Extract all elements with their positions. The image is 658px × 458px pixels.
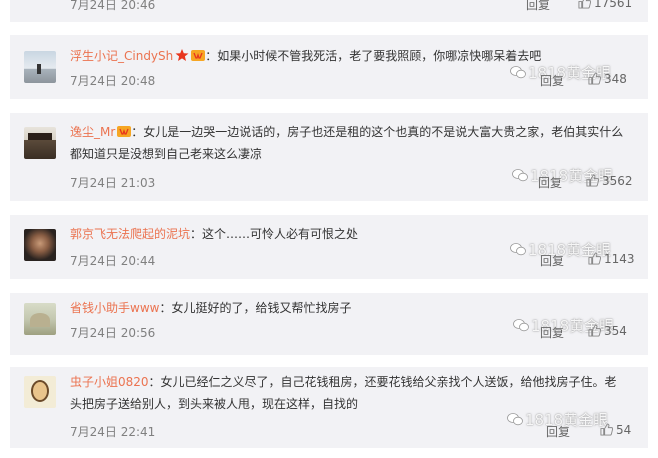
wechat-icon (510, 243, 526, 256)
star-badge-icon (175, 49, 189, 61)
like-button[interactable]: 17561 (578, 0, 632, 10)
reply-button[interactable]: 回复 (540, 252, 564, 269)
comment-text: ：女儿已经仁之义尽了，自己花钱租房，还要花钱给父亲找个人送饭，给他找房子住。老头… (70, 375, 617, 411)
username-link[interactable]: 逸尘_Mr (70, 125, 115, 139)
comment-time: 7月24日 21:03 (70, 176, 156, 190)
like-count: 348 (604, 72, 627, 86)
reply-button[interactable]: 回复 (546, 423, 570, 440)
like-count: 1143 (604, 252, 635, 266)
avatar[interactable] (24, 376, 56, 408)
thumbs-up-icon (586, 174, 599, 187)
like-button[interactable]: 54 (600, 423, 631, 437)
wechat-icon (513, 319, 529, 332)
comment-text: ：如果小时候不管我死活，老了要我照顾，你哪凉快哪呆着去吧 (205, 49, 542, 63)
comment-card: 虫子小姐0820：女儿已经仁之义尽了，自己花钱租房，还要花钱给父亲找个人送饭，给… (10, 367, 648, 448)
like-button[interactable]: 1143 (588, 252, 635, 266)
comment-body: 逸尘_Mr ：女儿是一边哭一边说话的，房子也还是租的这个也真的不是说大富大贵之家，… (70, 121, 628, 165)
avatar[interactable] (24, 127, 56, 159)
vip-crown-icon (191, 50, 206, 61)
comment-card: 逸尘_Mr ：女儿是一边哭一边说话的，房子也还是租的这个也真的不是说大富大贵之家，… (10, 113, 648, 201)
comment-card: 郭京飞无法爬起的泥坑：这个……可怜人必有可恨之处 7月24日 20:44 181… (10, 215, 648, 279)
like-count: 3562 (602, 174, 633, 188)
username-link[interactable]: 省钱小助手www (70, 301, 159, 315)
thumbs-up-icon (588, 72, 601, 85)
comment-time: 7月24日 20:46 (70, 0, 156, 12)
like-count: 354 (604, 324, 627, 338)
reply-button[interactable]: 回复 (538, 174, 562, 191)
username-link[interactable]: 虫子小姐0820 (70, 375, 149, 389)
wechat-icon (507, 413, 523, 426)
comment-text: ：女儿是一边哭一边说话的，房子也还是租的这个也真的不是说大富大贵之家，老伯其实什… (70, 125, 624, 161)
comment-text: ：女儿挺好的了，给钱又帮忙找房子 (159, 301, 352, 315)
avatar[interactable] (24, 229, 56, 261)
comment-text: ：这个……可怜人必有可恨之处 (190, 227, 359, 241)
reply-button[interactable]: 回复 (540, 72, 564, 89)
thumbs-up-icon (578, 0, 591, 9)
username-link[interactable]: 浮生小记_CindySh (70, 49, 173, 63)
comment-card-partial: 7月24日 20:46 回复 17561 (10, 0, 648, 22)
avatar[interactable] (24, 303, 56, 335)
comment-time: 7月24日 20:56 (70, 326, 156, 340)
comment-card: 省钱小助手www：女儿挺好的了，给钱又帮忙找房子 7月24日 20:56 181… (10, 293, 648, 355)
like-button[interactable]: 354 (588, 324, 627, 338)
like-count: 54 (616, 423, 632, 437)
vip-crown-icon (117, 126, 132, 137)
comment-time: 7月24日 20:44 (70, 254, 156, 268)
reply-button[interactable]: 回复 (526, 0, 550, 13)
username-link[interactable]: 郭京飞无法爬起的泥坑 (70, 227, 190, 241)
reply-button[interactable]: 回复 (540, 324, 564, 341)
wechat-icon (510, 66, 526, 79)
thumbs-up-icon (600, 423, 613, 436)
like-button[interactable]: 348 (588, 72, 627, 86)
thumbs-up-icon (588, 252, 601, 265)
like-button[interactable]: 3562 (586, 174, 633, 188)
avatar[interactable] (24, 51, 56, 83)
comment-time: 7月24日 20:48 (70, 74, 156, 88)
comment-card: 浮生小记_CindySh ：如果小时候不管我死活，老了要我照顾，你哪凉快哪呆着去吧… (10, 35, 648, 99)
thumbs-up-icon (588, 324, 601, 337)
like-count: 17561 (594, 0, 633, 10)
wechat-icon (512, 169, 528, 182)
comment-time: 7月24日 22:41 (70, 425, 156, 439)
